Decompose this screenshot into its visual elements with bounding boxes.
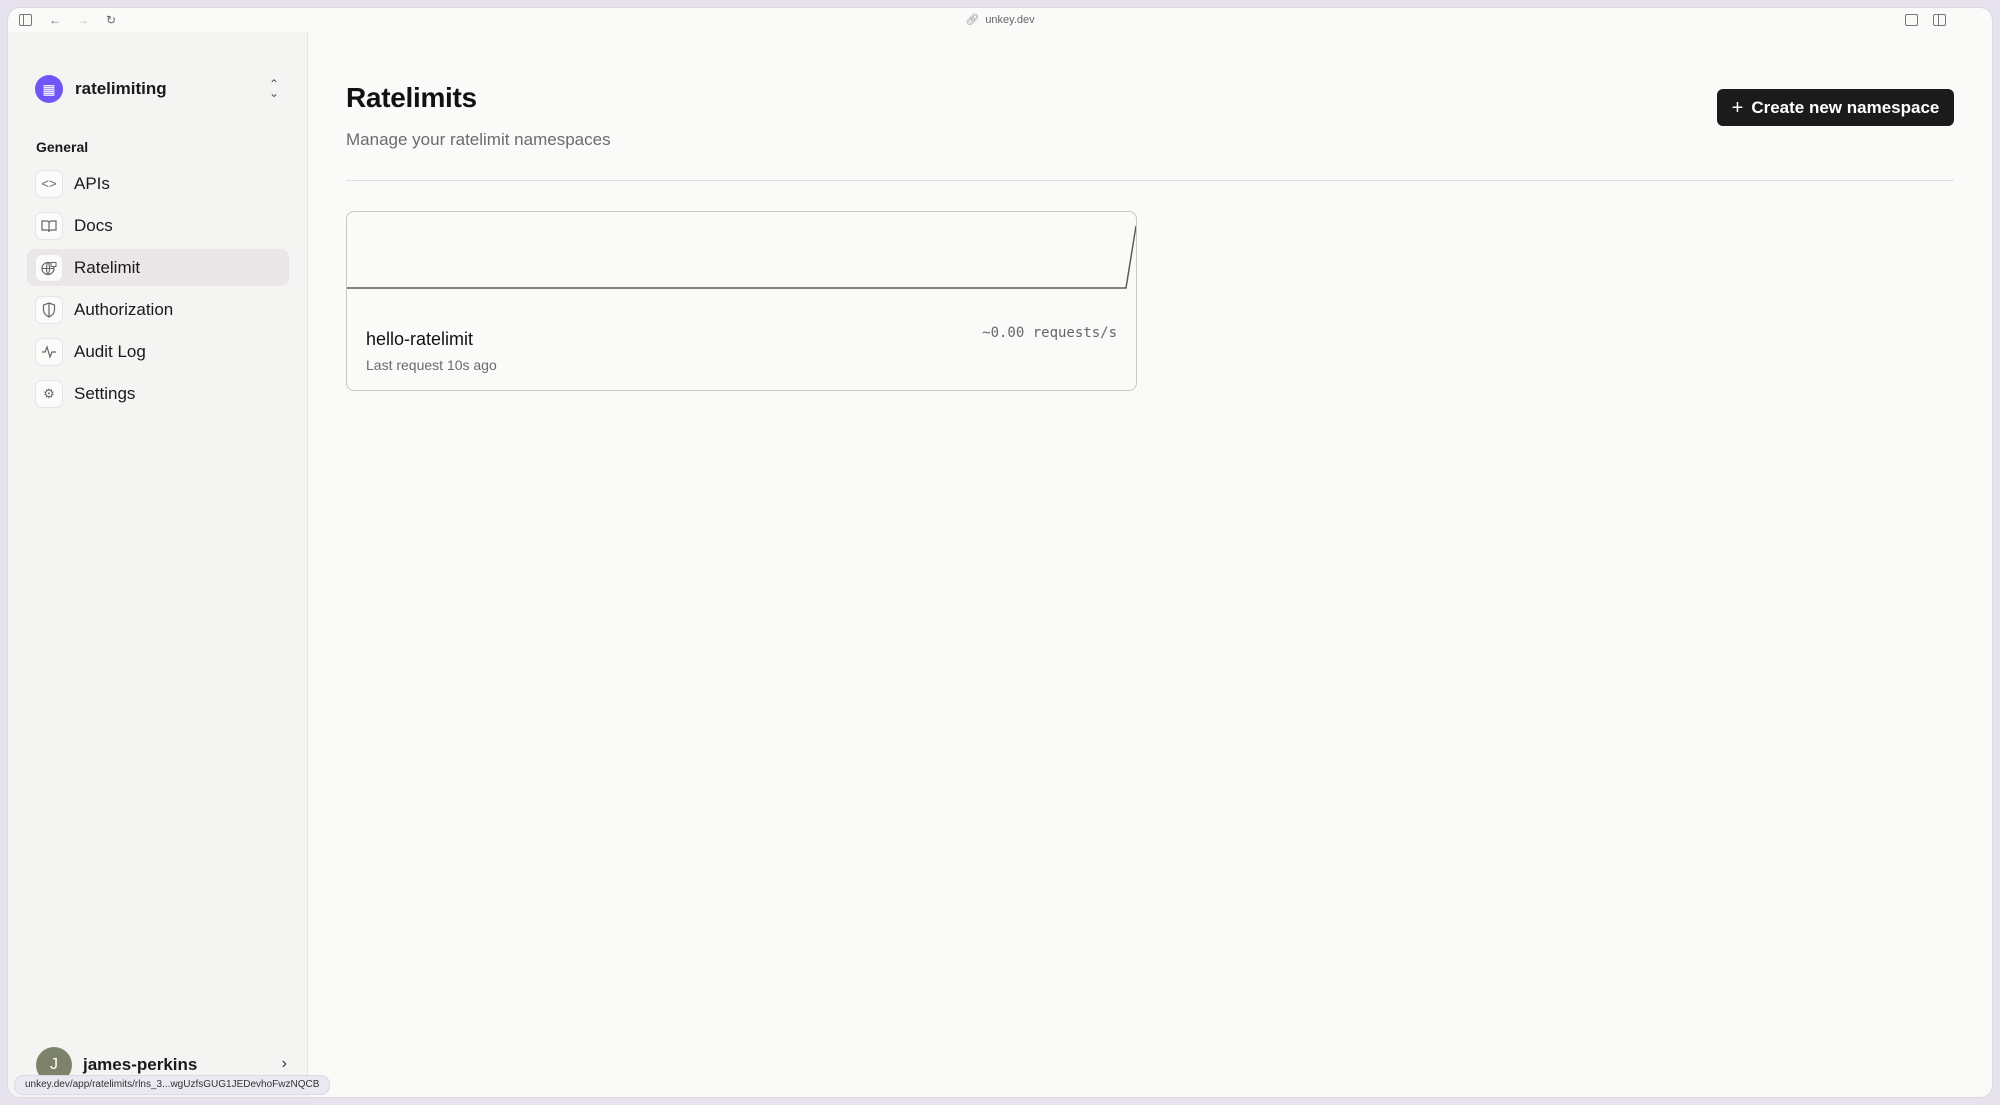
sidebar-item-label: Settings bbox=[74, 383, 136, 403]
activity-icon bbox=[35, 337, 63, 366]
namespace-sparkline bbox=[347, 225, 1136, 289]
create-namespace-button[interactable]: + Create new namespace bbox=[1717, 89, 1954, 126]
page-subtitle: Manage your ratelimit namespaces bbox=[346, 130, 611, 149]
chevron-up-down-icon: ⌃ ⌄ bbox=[268, 77, 279, 100]
sidebar-item-docs[interactable]: Docs bbox=[27, 207, 289, 244]
sidebar-item-label: Authorization bbox=[74, 299, 174, 319]
sidebar-item-label: Ratelimit bbox=[74, 257, 141, 277]
reader-icon[interactable] bbox=[1904, 14, 1918, 26]
sidebar-item-label: Docs bbox=[74, 215, 113, 235]
main-content: Ratelimits Manage your ratelimit namespa… bbox=[346, 32, 1992, 1097]
sidebar-item-authorization[interactable]: Authorization bbox=[27, 291, 289, 328]
sidebar-item-ratelimit[interactable]: Ratelimit bbox=[27, 249, 289, 286]
sidebar-item-apis[interactable]: <> APIs bbox=[27, 165, 289, 202]
globe-lock-icon bbox=[35, 253, 63, 282]
gear-icon: ⚙︎ bbox=[35, 379, 63, 408]
address-bar[interactable]: 🔗︎ unkey.dev bbox=[8, 13, 1992, 26]
url-text: unkey.dev bbox=[985, 14, 1035, 26]
book-icon bbox=[35, 211, 63, 240]
namespace-card[interactable]: hello-ratelimit Last request 10s ago ~0.… bbox=[346, 211, 1137, 391]
namespace-last-request: Last request 10s ago bbox=[366, 357, 497, 373]
plus-icon: + bbox=[1731, 96, 1744, 119]
browser-toolbar: ← → ↻ 🔗︎ unkey.dev bbox=[8, 8, 1992, 32]
create-namespace-label: Create new namespace bbox=[1751, 97, 1940, 117]
split-view-icon[interactable] bbox=[1932, 14, 1946, 26]
workspace-switcher[interactable]: ▦ ratelimiting ⌃ ⌄ bbox=[35, 74, 285, 104]
link-icon: 🔗︎ bbox=[965, 14, 980, 26]
workspace-name: ratelimiting bbox=[75, 79, 167, 98]
header-divider bbox=[346, 180, 1954, 181]
sidebar-item-label: APIs bbox=[74, 173, 110, 193]
sparkline-path bbox=[347, 225, 1136, 289]
sidebar-item-label: Audit Log bbox=[74, 341, 146, 361]
namespace-name: hello-ratelimit bbox=[366, 329, 474, 349]
page-title: Ratelimits bbox=[346, 82, 477, 113]
sidebar: ▦ ratelimiting ⌃ ⌄ General <> APIs Docs R… bbox=[8, 32, 308, 1097]
sidebar-nav: <> APIs Docs Ratelimit Authorization Aud… bbox=[27, 165, 289, 417]
sidebar-item-settings[interactable]: ⚙︎ Settings bbox=[27, 375, 289, 412]
browser-window: ← → ↻ 🔗︎ unkey.dev ▦ ratelimiting ⌃ ⌄ Gene… bbox=[8, 8, 1992, 1097]
code-icon: <> bbox=[35, 169, 63, 198]
sidebar-item-audit-log[interactable]: Audit Log bbox=[27, 333, 289, 370]
status-bar-url: unkey.dev/app/ratelimits/rlns_3...wgUzfs… bbox=[14, 1075, 331, 1095]
user-name: james-perkins bbox=[83, 1055, 198, 1074]
namespace-rate: ~0.00 requests/s bbox=[982, 325, 1117, 341]
building-icon: ▦ bbox=[35, 75, 63, 103]
chevron-right-icon: › bbox=[281, 1055, 287, 1072]
section-label-general: General bbox=[36, 139, 89, 155]
shield-icon bbox=[35, 295, 63, 324]
